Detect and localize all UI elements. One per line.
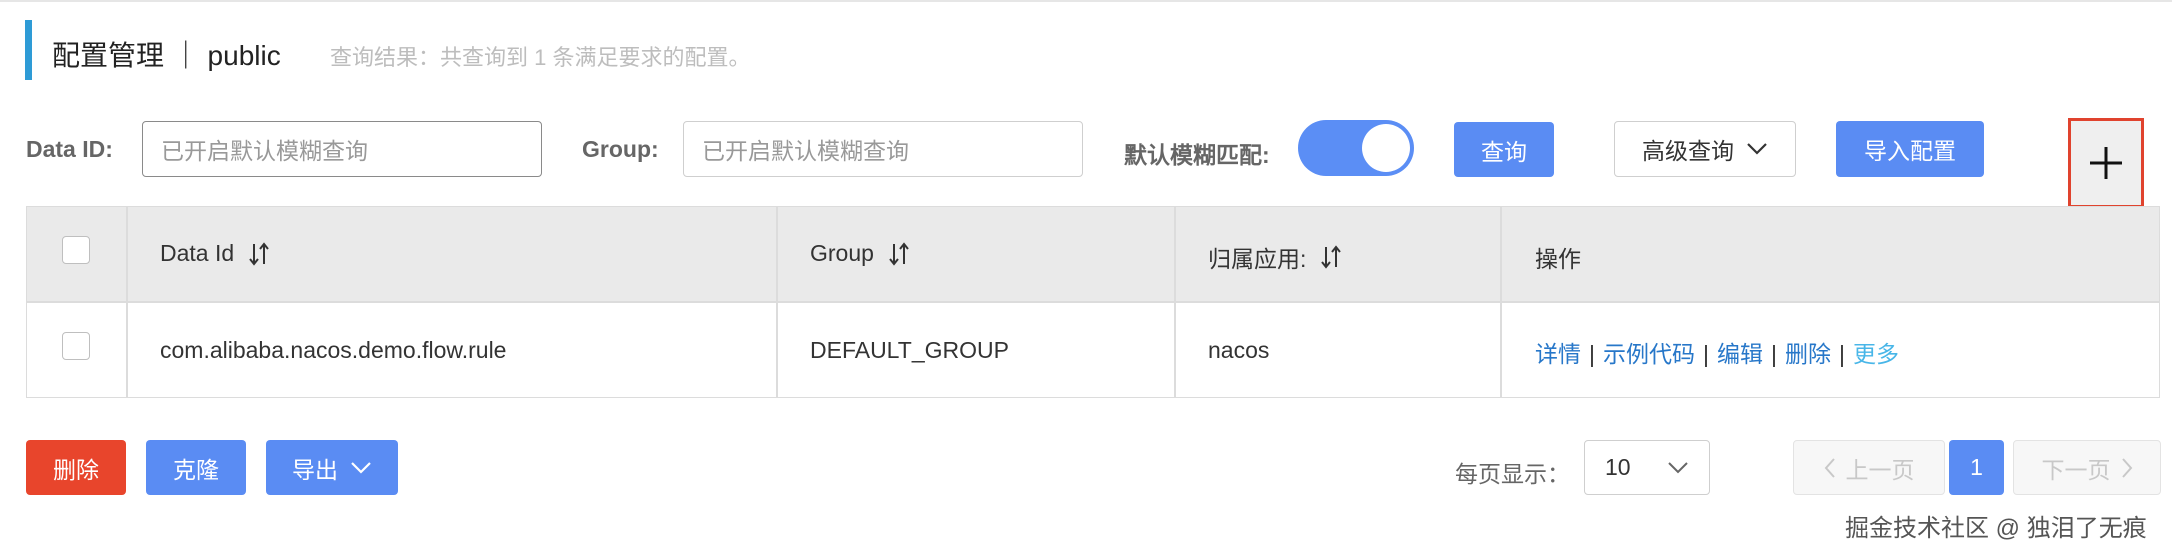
action-separator: | — [1838, 341, 1845, 367]
column-header-app[interactable]: 归属应用: — [1208, 240, 1342, 274]
clone-button[interactable]: 克隆 — [146, 440, 246, 495]
column-label: 操作 — [1535, 246, 1581, 272]
column-divider — [1174, 207, 1176, 397]
page-1-button[interactable]: 1 — [1949, 440, 2004, 495]
toggle-knob — [1362, 124, 1410, 172]
import-config-button[interactable]: 导入配置 — [1836, 121, 1984, 177]
next-page-button[interactable]: 下一页 — [2013, 440, 2161, 495]
advanced-query-button[interactable]: 高级查询 — [1614, 121, 1796, 177]
more-link[interactable]: 更多 — [1853, 341, 1899, 367]
edit-link[interactable]: 编辑 — [1717, 341, 1763, 367]
cell-data-id: com.alibaba.nacos.demo.flow.rule — [160, 337, 507, 363]
row-actions: 详情 | 示例代码 | 编辑 | 删除 | 更多 — [1535, 335, 1899, 369]
action-separator: | — [1589, 341, 1595, 367]
page-size-select[interactable]: 10 — [1584, 440, 1710, 495]
chevron-down-icon — [1747, 143, 1767, 155]
detail-link[interactable]: 详情 — [1535, 341, 1581, 367]
row-checkbox[interactable] — [62, 332, 90, 360]
action-separator: | — [1702, 341, 1709, 367]
add-config-button[interactable] — [2068, 118, 2144, 208]
cell-group: DEFAULT_GROUP — [810, 337, 1009, 363]
cell-app: nacos — [1208, 337, 1270, 363]
chevron-down-icon — [351, 461, 371, 474]
select-all-checkbox[interactable] — [62, 236, 90, 264]
watermark: 掘金技术社区 @ 独泪了无痕 — [1845, 515, 2147, 542]
group-input[interactable]: 已开启默认模糊查询 — [683, 121, 1083, 177]
delete-link[interactable]: 删除 — [1785, 341, 1831, 367]
sample-code-link[interactable]: 示例代码 — [1603, 341, 1695, 367]
column-divider — [126, 207, 128, 397]
row-divider — [27, 301, 2159, 303]
page-title: 配置管理 ｜ public — [52, 40, 281, 71]
prev-label: 上一页 — [1845, 456, 1915, 483]
query-button[interactable]: 查询 — [1454, 122, 1554, 177]
advanced-query-label: 高级查询 — [1642, 138, 1734, 164]
column-label: 归属应用: — [1208, 246, 1307, 272]
column-label: Group — [810, 240, 874, 266]
title-accent-bar — [25, 20, 32, 80]
top-divider — [0, 0, 2172, 2]
column-label: Data Id — [160, 240, 235, 266]
sort-icon — [889, 241, 909, 266]
batch-delete-button[interactable]: 删除 — [26, 440, 126, 495]
data-id-input[interactable]: 已开启默认模糊查询 — [142, 121, 542, 177]
group-label: Group: — [582, 136, 659, 162]
query-result-text: 查询结果：共查询到 1 条满足要求的配置。 — [330, 45, 751, 70]
page-size-value: 10 — [1605, 454, 1631, 480]
column-header-actions: 操作 — [1535, 240, 1581, 274]
action-separator: | — [1770, 341, 1777, 367]
sort-icon — [249, 241, 269, 266]
chevron-down-icon — [1668, 461, 1688, 473]
plus-icon — [2090, 147, 2122, 179]
column-header-group[interactable]: Group — [810, 240, 910, 267]
chevron-right-icon — [2121, 457, 2132, 478]
data-id-label: Data ID: — [26, 136, 113, 162]
column-divider — [1500, 207, 1502, 397]
export-label: 导出 — [292, 456, 338, 483]
fuzzy-match-label: 默认模糊匹配: — [1124, 142, 1270, 168]
page-size-label: 每页显示： — [1455, 461, 1570, 487]
table-header — [27, 207, 2159, 301]
export-button[interactable]: 导出 — [266, 440, 398, 495]
prev-page-button[interactable]: 上一页 — [1793, 440, 1945, 495]
sort-icon — [1321, 245, 1342, 269]
next-label: 下一页 — [2041, 456, 2111, 483]
column-divider — [776, 207, 778, 397]
chevron-left-icon — [1824, 457, 1835, 478]
column-header-data-id[interactable]: Data Id — [160, 240, 270, 267]
